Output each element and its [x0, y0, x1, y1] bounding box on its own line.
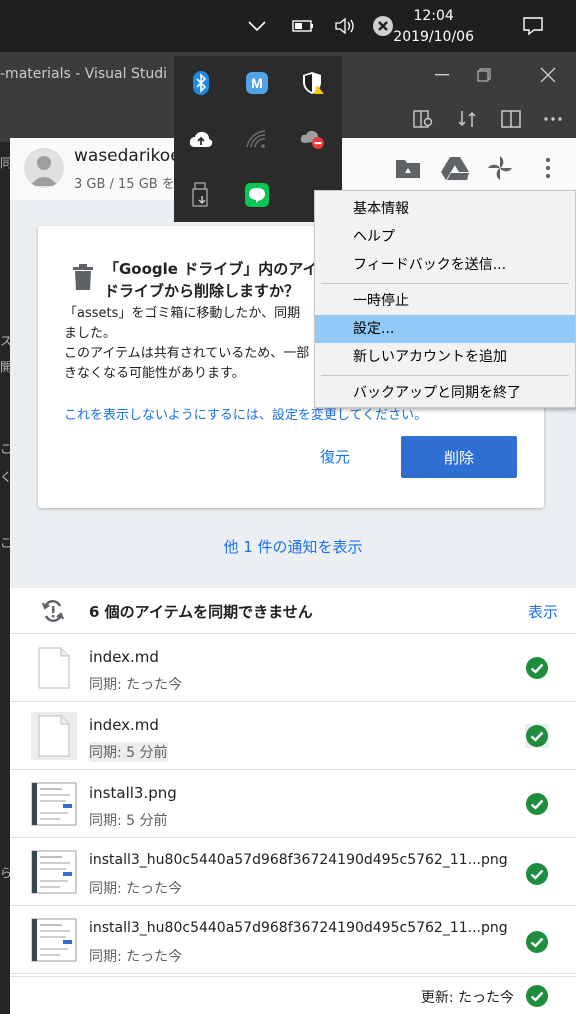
check-circle-icon	[525, 930, 549, 954]
app-m-icon[interactable]: M	[244, 70, 270, 96]
line-chat-icon[interactable]	[244, 182, 270, 208]
avatar[interactable]	[24, 148, 64, 188]
google-drive-icon[interactable]	[440, 154, 469, 182]
close-circle-icon[interactable]	[370, 13, 396, 39]
file-name: install3_hu80c5440a57d968f36724190d495c5…	[89, 852, 508, 868]
menu-item-quit[interactable]: バックアップと同期を終了	[315, 379, 575, 407]
trash-icon	[72, 264, 94, 290]
file-row[interactable]: install3_hu80c5440a57d968f36724190d495c5…	[10, 838, 576, 906]
storage-quota: 3 GB / 15 GB を	[74, 177, 175, 192]
card-title: 「Google ドライブ」内のアイテ ドライブから削除しますか？	[104, 258, 314, 302]
sync-error-text: 6 個のアイテムを同期できません	[89, 603, 313, 621]
file-row[interactable]: index.md 同期: たった今	[10, 634, 576, 702]
bluetooth-icon[interactable]	[188, 70, 214, 96]
cloud-upload-icon[interactable]	[188, 126, 214, 152]
doc-thumbnail	[31, 712, 77, 760]
usb-eject-icon[interactable]	[188, 182, 214, 208]
file-name: index.md	[89, 716, 159, 734]
file-status: 同期: 5 分前	[89, 742, 168, 762]
panel-footer: 更新: たった今	[10, 976, 576, 1014]
folder-icon[interactable]	[394, 154, 422, 182]
google-photos-icon[interactable]	[486, 154, 514, 182]
context-menu: 基本情報 ヘルプ フィードバックを送信... 一時停止 設定... 新しいアカウ…	[314, 190, 576, 408]
file-status: 同期: たった今	[89, 677, 183, 693]
menu-item-help[interactable]: ヘルプ	[315, 223, 575, 251]
check-circle-icon	[525, 984, 549, 1008]
open-preview-icon[interactable]	[412, 108, 434, 130]
more-notifications-link[interactable]: 他 1 件の通知を表示	[10, 536, 576, 557]
card-body-line: きなくなる可能性があります。	[64, 366, 245, 381]
check-circle-icon	[525, 656, 549, 680]
card-body-line: 「assets」をゴミ箱に移動したか、同期	[64, 306, 301, 321]
wifi-icon[interactable]	[244, 126, 270, 152]
compare-icon[interactable]	[456, 108, 478, 130]
menu-separator	[321, 375, 569, 376]
chevron-up-icon[interactable]	[244, 13, 270, 39]
restore-icon[interactable]	[474, 65, 494, 85]
split-editor-icon[interactable]	[500, 108, 522, 130]
clock-date: 2019/10/06	[393, 29, 474, 45]
menu-separator	[321, 283, 569, 284]
card-title-line: 「Google ドライブ」内のアイテ	[104, 260, 314, 278]
sync-error-row: 6 個のアイテムを同期できません 表示	[10, 588, 576, 634]
account-name: wasedarikoe	[74, 146, 181, 166]
menu-item-feedback[interactable]: フィードバックを送信...	[315, 251, 575, 279]
delete-button[interactable]: 削除	[401, 436, 517, 478]
menu-item-settings[interactable]: 設定...	[315, 315, 575, 343]
last-updated-text: 更新: たった今	[420, 990, 514, 1006]
sync-activity-list: 6 個のアイテムを同期できません 表示 index.md 同期: たった今 in…	[10, 588, 576, 1014]
menu-item-add-account[interactable]: 新しいアカウントを追加	[315, 343, 575, 371]
file-name: install3_hu80c5440a57d968f36724190d495c5…	[89, 920, 508, 936]
card-body-line: このアイテムは共有されているため、一部	[64, 346, 310, 361]
menu-item-about[interactable]: 基本情報	[315, 195, 575, 223]
notification-icon[interactable]	[520, 13, 546, 39]
restore-button[interactable]: 復元	[300, 436, 370, 476]
file-name: install3.png	[89, 784, 177, 802]
file-row[interactable]: install3.png 同期: 5 分前	[10, 770, 576, 838]
vscode-title: -materials - Visual Studi	[0, 66, 168, 82]
file-name: index.md	[89, 648, 159, 666]
show-errors-link[interactable]: 表示	[528, 601, 558, 622]
file-row[interactable]: index.md 同期: 5 分前	[10, 702, 576, 770]
image-thumbnail	[31, 780, 77, 828]
check-circle-icon	[525, 862, 549, 886]
file-status: 同期: 5 分前	[89, 813, 168, 829]
sync-problem-icon	[40, 598, 66, 624]
close-window-icon[interactable]	[538, 65, 558, 85]
taskbar-clock[interactable]: 12:04 2019/10/06	[393, 6, 474, 48]
card-title-line: ドライブから削除しますか？	[104, 282, 300, 300]
taskbar: 12:04 2019/10/06	[0, 0, 576, 52]
file-row[interactable]: install3_hu80c5440a57d968f36724190d495c5…	[10, 906, 576, 974]
file-status: 同期: たった今	[89, 949, 183, 965]
image-thumbnail	[31, 916, 77, 964]
battery-icon[interactable]	[290, 13, 316, 39]
file-status: 同期: たった今	[89, 881, 183, 897]
security-shield-icon[interactable]	[300, 70, 326, 96]
doc-thumbnail	[31, 644, 77, 692]
onedrive-error-icon[interactable]	[300, 126, 326, 152]
check-circle-icon	[525, 724, 549, 748]
menu-item-pause[interactable]: 一時停止	[315, 287, 575, 315]
more-vert-icon[interactable]	[534, 154, 562, 182]
volume-icon[interactable]	[332, 13, 358, 39]
svg-text:M: M	[251, 75, 263, 91]
image-thumbnail	[31, 848, 77, 896]
card-body: 「assets」をゴミ箱に移動したか、同期 ました。 このアイテムは共有されてい…	[64, 304, 316, 384]
card-body-line: ました。	[64, 326, 117, 341]
minimize-icon[interactable]	[432, 65, 452, 85]
check-circle-icon	[525, 792, 549, 816]
more-actions-icon[interactable]	[542, 108, 564, 130]
clock-time: 12:04	[413, 8, 454, 24]
